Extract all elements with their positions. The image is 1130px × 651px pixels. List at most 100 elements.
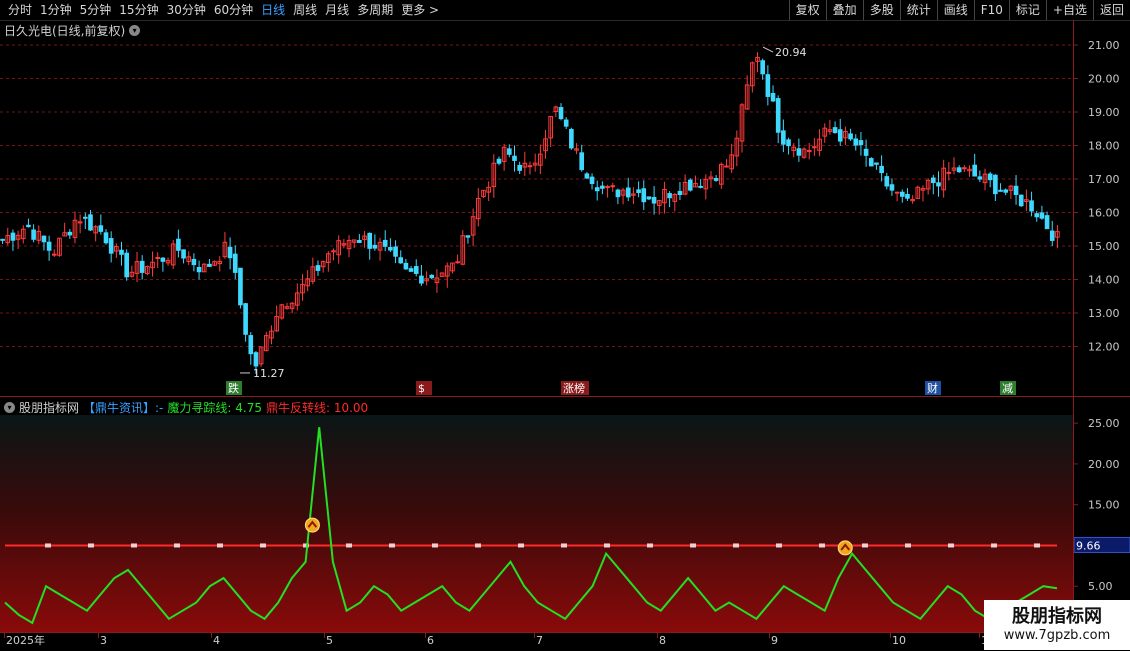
date-label: 6	[427, 634, 434, 647]
candle-body	[207, 263, 212, 267]
reversal-line-marker	[45, 543, 51, 548]
candle-body	[1003, 189, 1009, 193]
toolbar-tool-button[interactable]: 叠加	[825, 0, 863, 20]
reversal-line-marker	[1034, 543, 1040, 548]
date-tick	[979, 633, 980, 638]
candle-body	[853, 138, 859, 146]
period-tab[interactable]: 月线	[321, 0, 353, 20]
event-tag[interactable]: 跌	[226, 381, 242, 395]
candle-body	[253, 352, 259, 367]
candle-body	[832, 127, 838, 134]
candle-body	[863, 148, 869, 156]
date-tick	[324, 633, 325, 638]
indicator-axis-label: 20.00	[1088, 458, 1120, 471]
toolbar-tool-button[interactable]: 标记	[1008, 0, 1046, 20]
candle-body	[196, 266, 202, 273]
indicator-settings-icon[interactable]: ▾	[4, 402, 15, 413]
price-axis-label: 14.00	[1088, 274, 1120, 287]
date-label: 3	[100, 634, 107, 647]
date-tick	[211, 633, 212, 638]
period-tab[interactable]: 更多 >	[397, 0, 443, 20]
candle-body	[687, 179, 693, 191]
candle-body	[1018, 194, 1024, 207]
candle-body	[191, 258, 197, 266]
toolbar-tool-button[interactable]: 返回	[1092, 0, 1130, 20]
candle-body	[88, 214, 93, 231]
candle-body	[931, 177, 936, 184]
high-marker-line	[762, 46, 774, 53]
candle-body	[372, 244, 378, 249]
candle-body	[962, 167, 967, 170]
candle-body	[160, 257, 166, 262]
toolbar-tool-button[interactable]: 复权	[788, 0, 826, 20]
event-tag[interactable]: $	[416, 381, 432, 395]
event-tag[interactable]: 财	[925, 381, 941, 395]
candle-body	[227, 246, 233, 259]
candle-body	[884, 176, 890, 187]
candle-body	[625, 187, 631, 198]
candle-body	[579, 152, 585, 171]
period-tab[interactable]: 1分钟	[36, 0, 76, 20]
candle-body	[1013, 185, 1019, 195]
candle-body	[899, 191, 905, 197]
buy-signal-icon	[304, 517, 320, 533]
period-tab[interactable]: 日线	[257, 0, 289, 20]
reversal-line-marker	[647, 543, 653, 548]
candle-body	[176, 238, 181, 251]
period-tab[interactable]: 60分钟	[210, 0, 257, 20]
date-axis: 2025年3456789101	[0, 632, 1130, 651]
date-tick	[4, 633, 5, 638]
candle-body	[781, 130, 786, 145]
candle-body	[1044, 215, 1050, 230]
date-label: 9	[771, 634, 778, 647]
date-label: 2025年	[6, 634, 45, 647]
current-value-marker: 9.66	[1073, 536, 1130, 553]
candle-body	[51, 253, 57, 256]
candle-body	[987, 173, 993, 181]
candle-body	[610, 185, 616, 188]
reversal-line-marker	[690, 543, 696, 548]
candle-body	[139, 260, 145, 273]
event-tag[interactable]: 涨榜	[561, 381, 589, 395]
price-axis-label: 12.00	[1088, 341, 1120, 354]
reversal-line-marker	[475, 543, 481, 548]
candle-body	[527, 165, 533, 168]
toolbar-tool-button[interactable]: 多股	[862, 0, 900, 20]
candle-body	[232, 253, 238, 273]
toolbar-tool-button[interactable]: 画线	[936, 0, 974, 20]
period-tab[interactable]: 30分钟	[163, 0, 210, 20]
period-tab[interactable]: 多周期	[353, 0, 397, 20]
candle-body	[765, 74, 771, 97]
period-tab[interactable]: 15分钟	[115, 0, 162, 20]
candle-body	[98, 225, 104, 232]
candle-body	[41, 235, 47, 243]
candle-body	[517, 164, 522, 171]
indicator-axis-label: 25.00	[1088, 417, 1120, 430]
event-tag-label: 减	[1002, 382, 1013, 395]
toolbar-tool-button[interactable]: F10	[973, 0, 1009, 20]
indicator-tag: 【鼎牛资讯】:-	[83, 401, 164, 415]
current-value-text: 9.66	[1076, 539, 1101, 552]
period-tab[interactable]: 分时	[4, 0, 36, 20]
toolbar-tool-button[interactable]: +自选	[1045, 0, 1093, 20]
reversal-line-marker	[88, 543, 94, 548]
candle-body	[155, 257, 161, 260]
candle-body	[46, 241, 52, 251]
candle-body	[724, 165, 729, 168]
period-tab[interactable]: 5分钟	[76, 0, 116, 20]
candle-body	[83, 216, 88, 219]
event-tag[interactable]: 减	[1000, 381, 1016, 395]
reversal-line-marker	[991, 543, 997, 548]
date-tick	[98, 633, 99, 638]
indicator-line1-label: 魔力寻踪线: 4.75	[167, 401, 262, 415]
toolbar-tool-button[interactable]: 统计	[899, 0, 937, 20]
candle-body	[636, 189, 641, 194]
candle-body	[894, 191, 900, 194]
candle-body	[600, 185, 605, 189]
candle-body	[429, 274, 435, 279]
buy-signal-bg	[837, 540, 853, 556]
period-tab[interactable]: 周线	[289, 0, 321, 20]
candle-body	[455, 261, 460, 264]
candle-body	[858, 140, 864, 146]
candle-body	[889, 184, 895, 191]
